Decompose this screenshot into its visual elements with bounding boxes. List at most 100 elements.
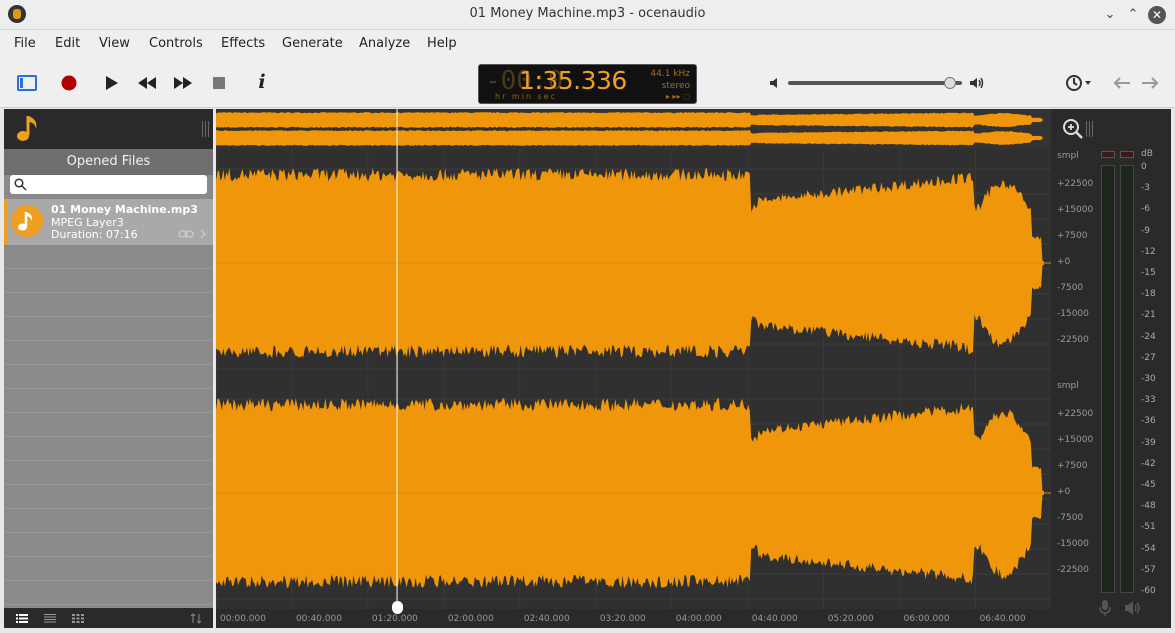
sidebar-header [4, 109, 213, 149]
record-button[interactable] [57, 71, 81, 95]
menu-generate[interactable]: Generate [282, 36, 343, 51]
playhead-marker[interactable] [392, 601, 404, 614]
opened-files-title: Opened Files [4, 149, 213, 175]
menu-analyze[interactable]: Analyze [359, 36, 410, 51]
amplitude-tick-label: +22500 [1057, 179, 1094, 189]
amplitude-tick-label: -15000 [1057, 309, 1089, 319]
sidebar-toggle-button[interactable] [15, 71, 39, 95]
history-button[interactable] [1064, 71, 1096, 95]
link-icon [178, 230, 194, 238]
file-search [10, 175, 207, 194]
amplitude-tick-label: +15000 [1057, 205, 1094, 215]
volume-slider[interactable] [788, 81, 962, 85]
time-display[interactable]: -00:0 1:35.336 hr min sec 44.1 kHz stere… [478, 64, 697, 104]
timeline-label: 02:40.000 [523, 614, 570, 624]
time-display-units: hr min sec [495, 92, 558, 101]
audio-file-icon [11, 205, 43, 237]
menu-view[interactable]: View [99, 36, 130, 51]
info-icon: i [258, 71, 266, 93]
amplitude-tick-label: -22500 [1057, 335, 1089, 345]
amplitude-tick-label: +0 [1057, 487, 1071, 497]
maximize-button[interactable]: ⌃ [1124, 6, 1142, 24]
amplitude-unit-label: smpl [1057, 151, 1079, 161]
meter-tick-label: -54 [1141, 543, 1156, 554]
meter-tick-label: -51 [1141, 522, 1156, 533]
stop-button[interactable] [207, 71, 231, 95]
meter-tick-label: -9 [1141, 225, 1150, 236]
undo-arrow-icon [1113, 77, 1130, 89]
timeline-label: 03:20.000 [599, 614, 646, 624]
sort-icon[interactable] [190, 613, 202, 624]
timeline-label: 04:00.000 [675, 614, 722, 624]
redo-button[interactable] [1138, 71, 1162, 95]
pane-resize-handle-icon[interactable] [1085, 121, 1093, 137]
waveform-overview[interactable] [216, 109, 1051, 149]
amplitude-axis: smpl +22500 +15000 +7500 +0 -7500 -15000 -22500… [1051, 109, 1095, 628]
meter-tick-label: -39 [1141, 437, 1156, 448]
timeline-label: 06:00.000 [903, 614, 950, 624]
compact-list-icon[interactable] [44, 614, 56, 623]
meter-tick-label: -24 [1141, 331, 1156, 342]
ocenaudio-window: 01 Money Machine.mp3 - ocenaudio ⌄ ⌃ ✕ F… [0, 0, 1175, 633]
clip-indicator-left[interactable] [1101, 151, 1115, 158]
menu-file[interactable]: File [14, 36, 36, 51]
redo-arrow-icon [1142, 77, 1159, 89]
grid-view-icon[interactable] [72, 614, 84, 623]
channels-label: stereo [661, 81, 690, 91]
undo-button[interactable] [1110, 71, 1134, 95]
amplitude-tick-label: +22500 [1057, 409, 1094, 419]
meter-tick-label: -48 [1141, 501, 1156, 512]
file-duration: Duration: 07:16 [51, 228, 138, 241]
zoom-in-icon[interactable] [1061, 117, 1085, 141]
waveform-tracks[interactable] [216, 149, 1051, 609]
waveform-view[interactable] [216, 109, 1051, 609]
info-button[interactable]: i [250, 71, 274, 95]
meter-unit-label: dB [1141, 149, 1153, 159]
meter-tick-label: -12 [1141, 246, 1156, 257]
meter-tick-label: -30 [1141, 374, 1156, 384]
sidebar-footer [4, 608, 213, 628]
record-icon [61, 75, 77, 91]
meter-tick-label: -45 [1141, 480, 1156, 490]
meter-tick-label: -60 [1141, 586, 1156, 596]
volume-low-icon [770, 78, 777, 88]
rewind-button[interactable] [135, 71, 159, 95]
meter-tick-label: -36 [1141, 416, 1156, 427]
list-view-icon[interactable] [16, 614, 28, 623]
minimize-button[interactable]: ⌄ [1101, 6, 1119, 24]
level-meter: dB 0 -3 -6 -9 -12 -15 -18 -21 -24 -27 -30 -33 -36 -39… [1095, 109, 1171, 628]
chevron-right-icon[interactable] [199, 229, 207, 239]
timeline-ruler[interactable]: 00:00.000 00:40.000 01:20.000 02:00.000 02:4… [216, 601, 1051, 628]
meter-tick-label: 0 [1141, 162, 1147, 172]
volume-slider-handle[interactable] [943, 77, 956, 89]
meter-tick-label: -18 [1141, 289, 1156, 300]
timeline-label: 02:00.000 [447, 614, 494, 624]
music-note-icon [17, 116, 37, 141]
amplitude-tick-label: +7500 [1057, 231, 1088, 241]
meter-tick-label: -3 [1141, 183, 1150, 194]
play-icon [106, 76, 118, 90]
file-search-input[interactable] [30, 177, 200, 192]
pane-resize-handle-icon[interactable] [201, 121, 209, 137]
timeline-label: 04:40.000 [751, 614, 798, 624]
amplitude-unit-label: smpl [1057, 381, 1079, 391]
close-button[interactable]: ✕ [1148, 6, 1166, 24]
meter-tick-label: -15 [1141, 268, 1156, 278]
play-button[interactable] [99, 71, 123, 95]
menu-effects[interactable]: Effects [221, 36, 265, 51]
meter-tick-label: -33 [1141, 395, 1156, 406]
microphone-icon[interactable] [1098, 599, 1112, 617]
amplitude-tick-label: -7500 [1057, 283, 1084, 293]
overview-right-channel [216, 130, 1044, 146]
amplitude-tick-label: -22500 [1057, 565, 1089, 575]
menu-edit[interactable]: Edit [55, 36, 80, 51]
clock-controls: ▸ ▸▸ ◌ [665, 92, 690, 101]
timeline-label: 00:00.000 [220, 614, 266, 624]
file-list-item[interactable]: 01 Money Machine.mp3 MPEG Layer3 Duratio… [4, 199, 213, 245]
amplitude-tick-label: +15000 [1057, 435, 1094, 445]
clip-indicator-right[interactable] [1120, 151, 1134, 158]
fast-forward-button[interactable] [171, 71, 195, 95]
menu-help[interactable]: Help [427, 36, 457, 51]
menu-controls[interactable]: Controls [149, 36, 203, 51]
speaker-icon[interactable] [1123, 599, 1143, 617]
